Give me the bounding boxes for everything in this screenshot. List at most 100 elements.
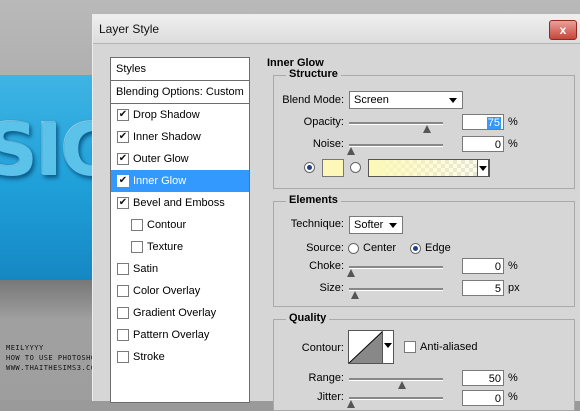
source-edge-radio[interactable] [410,243,421,254]
elements-group: Elements Technique: Softer Source: Cente… [273,194,575,307]
chevron-down-icon [389,223,397,228]
noise-unit: % [508,138,518,150]
range-slider-track[interactable] [349,378,443,381]
jitter-input[interactable]: 0 [462,390,504,406]
choke-input[interactable]: 0 [462,258,504,274]
blending-options-item[interactable]: Blending Options: Custom [111,81,249,104]
structure-group: Structure Blend Mode: Screen Opacity: 75… [273,68,575,189]
style-item-label: Stroke [133,351,165,363]
style-item-color-overlay[interactable]: Color Overlay [111,280,249,302]
style-checkbox[interactable] [131,219,143,231]
size-slider-track[interactable] [349,288,443,291]
source-center-radio[interactable] [348,243,359,254]
glow-color-swatch[interactable] [322,159,344,177]
noise-slider-thumb[interactable] [347,147,355,155]
size-label: Size: [319,282,344,294]
contour-picker[interactable] [348,330,384,364]
style-checkbox[interactable] [117,263,129,275]
size-unit: px [508,282,520,294]
source-label: Source: [306,242,344,254]
style-item-label: Gradient Overlay [133,307,217,319]
blend-mode-label: Blend Mode: [282,94,344,106]
style-item-inner-shadow[interactable]: ✔ Inner Shadow [111,126,249,148]
style-item-label: Outer Glow [133,153,189,165]
choke-slider-track[interactable] [349,266,443,269]
gradient-radio[interactable] [350,162,361,173]
blend-mode-select[interactable]: Screen [349,91,463,109]
jitter-unit: % [508,391,518,403]
technique-select[interactable]: Softer [349,216,403,234]
opacity-slider-thumb[interactable] [423,125,431,133]
style-item-pattern-overlay[interactable]: Pattern Overlay [111,324,249,346]
style-item-stroke[interactable]: Stroke [111,346,249,368]
technique-label: Technique: [290,218,344,230]
dialog-titlebar[interactable]: Layer Style x [93,15,580,44]
style-checkbox[interactable] [117,285,129,297]
elements-title: Elements [286,194,341,206]
style-item-label: Color Overlay [133,285,201,297]
style-item-label: Satin [133,263,159,275]
range-input[interactable]: 50 [462,370,504,386]
watermark-line: HOW TO USE PHOTOSHOP [6,354,101,362]
style-item-bevel-and-emboss[interactable]: ✔ Bevel and Emboss [111,192,249,214]
range-unit: % [508,372,518,384]
anti-aliased-label: Anti-aliased [420,341,478,353]
style-item-label: Pattern Overlay [133,329,210,341]
source-edge-label: Edge [425,242,451,254]
choke-slider-thumb[interactable] [347,269,355,277]
style-item-label: Contour [147,219,187,231]
style-item-texture[interactable]: Texture [111,236,249,258]
opacity-unit: % [508,116,518,128]
size-slider-thumb[interactable] [351,291,359,299]
style-item-drop-shadow[interactable]: ✔ Drop Shadow [111,104,249,126]
anti-aliased-checkbox[interactable] [404,341,416,353]
range-slider-thumb[interactable] [398,381,406,389]
gradient-picker[interactable] [368,159,490,177]
style-checkbox[interactable]: ✔ [117,175,129,187]
choke-label: Choke: [309,260,344,272]
opacity-input[interactable]: 75 [462,114,504,130]
choke-unit: % [508,260,518,272]
opacity-value: 75 [486,117,501,129]
jitter-slider-thumb[interactable] [347,400,355,408]
style-item-label: Drop Shadow [133,109,200,121]
gradient-dropdown-button[interactable] [477,159,489,177]
style-item-outer-glow[interactable]: ✔ Outer Glow [111,148,249,170]
quality-title: Quality [286,312,330,324]
style-checkbox[interactable] [131,241,143,253]
structure-title: Structure [286,68,341,80]
opacity-label: Opacity: [303,116,344,128]
noise-slider-track[interactable] [349,144,443,147]
style-checkbox[interactable]: ✔ [117,131,129,143]
style-checkbox[interactable]: ✔ [117,153,129,165]
style-item-satin[interactable]: Satin [111,258,249,280]
size-input[interactable]: 5 [462,280,504,296]
style-item-label: Inner Glow [133,175,187,187]
solid-color-radio[interactable] [304,162,315,173]
styles-list: Styles Blending Options: Custom ✔ Drop Sh… [110,57,250,403]
canvas-banner-shadow [0,280,92,320]
style-checkbox[interactable]: ✔ [117,109,129,121]
style-item-inner-glow[interactable]: ✔ Inner Glow [111,170,249,192]
noise-label: Noise: [312,138,344,150]
styles-header[interactable]: Styles [111,58,249,81]
style-item-label: Texture [147,241,184,253]
watermark-line: MEILYYYY [6,344,44,352]
jitter-label: Jitter: [317,391,344,403]
style-checkbox[interactable] [117,307,129,319]
blend-mode-value: Screen [354,94,389,106]
style-item-gradient-overlay[interactable]: Gradient Overlay [111,302,249,324]
style-checkbox[interactable]: ✔ [117,197,129,209]
style-item-contour[interactable]: Contour [111,214,249,236]
quality-group: Quality Contour: Anti-aliased Range: 50 … [273,312,575,411]
close-button[interactable]: x [549,20,577,40]
style-checkbox[interactable] [117,329,129,341]
source-center-label: Center [363,242,397,254]
style-checkbox[interactable] [117,351,129,363]
watermark: MEILYYYY HOW TO USE PHOTOSHOP WWW.THAITH… [6,343,100,373]
contour-dropdown-button[interactable] [382,330,394,364]
watermark-line: WWW.THAITHESIMS3.COM [6,364,101,372]
technique-value: Softer [354,219,384,231]
inner-glow-panel: Inner Glow Structure Blend Mode: Screen … [263,57,580,411]
noise-input[interactable]: 0 [462,136,504,152]
